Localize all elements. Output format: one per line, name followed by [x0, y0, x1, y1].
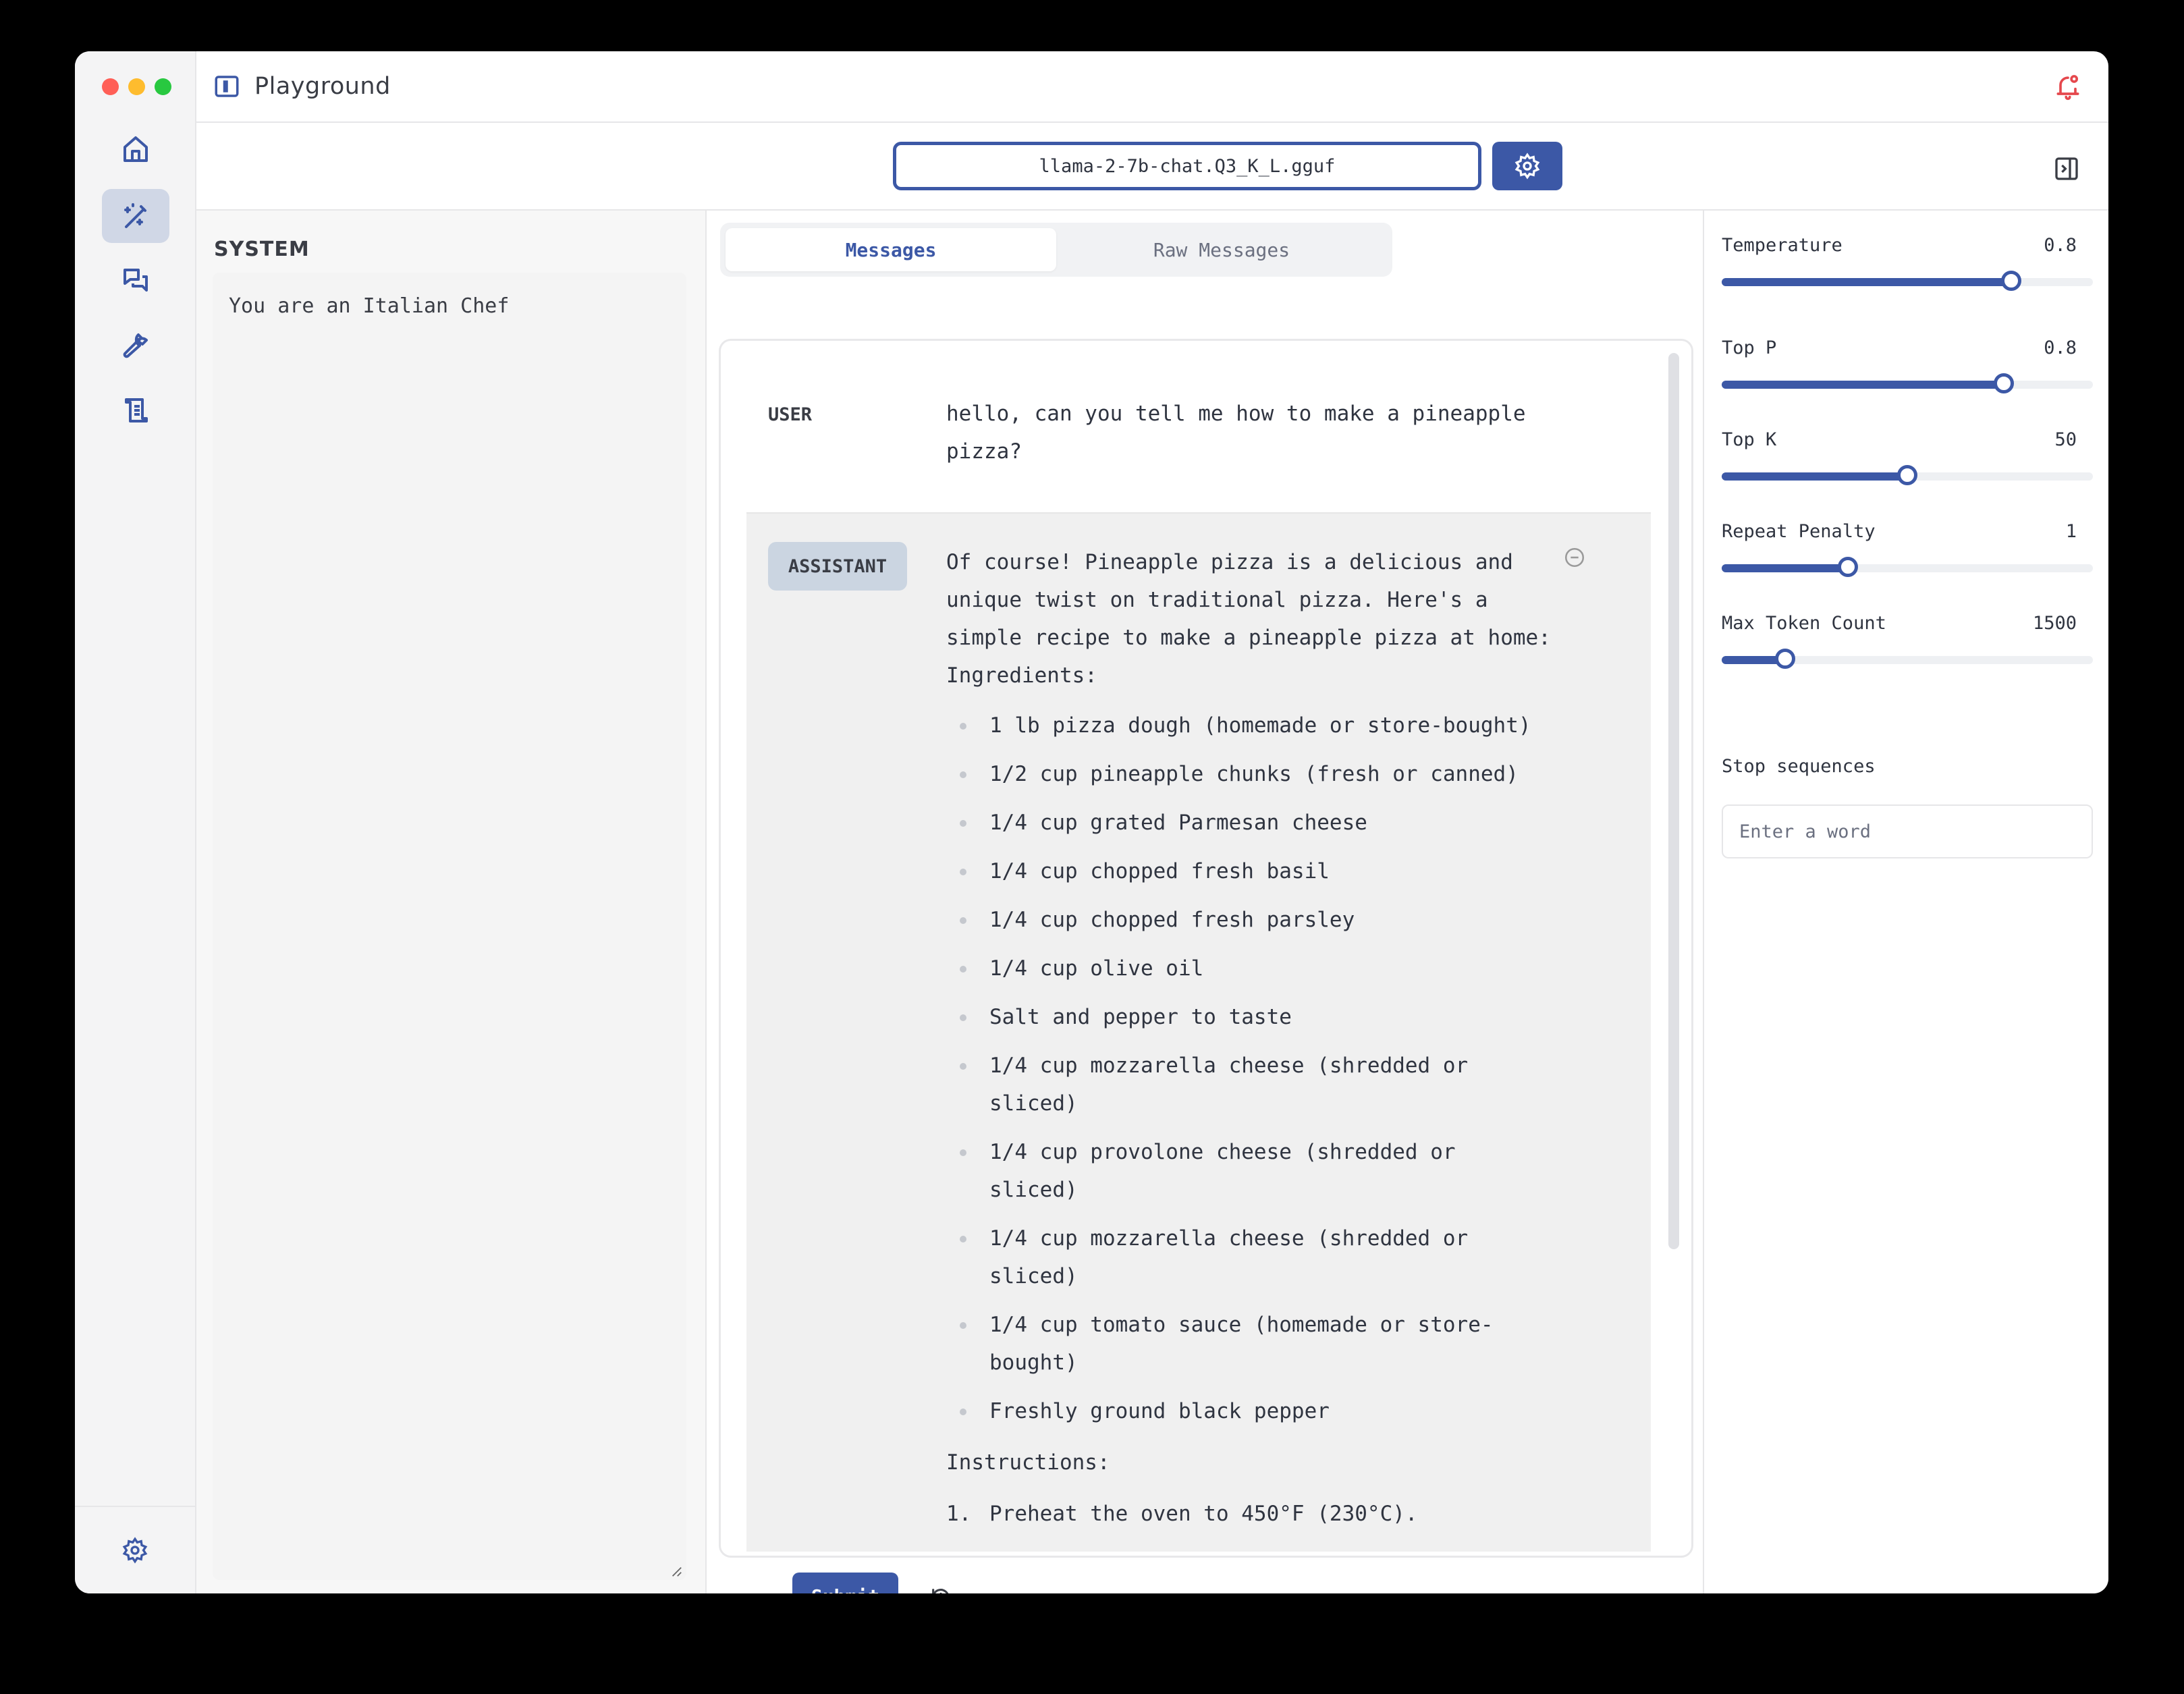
slider-thumb[interactable]	[1838, 557, 1858, 577]
role-label-assistant: ASSISTANT	[788, 555, 888, 577]
param-slider[interactable]	[1722, 465, 2093, 485]
ingredient-item: 1/4 cup chopped fresh basil	[946, 852, 1554, 890]
slider-thumb[interactable]	[1994, 373, 2014, 393]
ingredients-heading: Ingredients:	[946, 663, 1097, 688]
message-text[interactable]: Of course! Pineapple pizza is a deliciou…	[946, 543, 1554, 1533]
instructions-list: 1. Preheat the oven to 450°F (230°C).	[946, 1495, 1554, 1533]
settings-gear-icon	[122, 1537, 148, 1564]
ingredient-item: 1/4 cup olive oil	[946, 950, 1554, 987]
slider-fill	[1722, 564, 1848, 572]
chat-bubbles-icon	[124, 269, 148, 292]
ingredient-item: 1/4 cup chopped fresh parsley	[946, 901, 1554, 939]
nav-item-tools[interactable]	[102, 319, 169, 373]
parameters-panel: Temperature 0.8 Top P 0.8 Top K 50 Repeat Pena…	[1704, 211, 2108, 1593]
ingredient-item: Freshly ground black pepper	[946, 1392, 1554, 1430]
param-value: 0.8	[2044, 337, 2077, 358]
nav-item-chat[interactable]	[102, 254, 169, 308]
param-slider[interactable]	[1722, 271, 2093, 291]
page-title: Playground	[254, 73, 391, 100]
nav-sidebar	[75, 51, 196, 1593]
message-view-tabs: Messages Raw Messages	[720, 223, 1392, 277]
model-settings-button[interactable]	[1492, 142, 1562, 190]
collapse-right-panel-icon[interactable]	[2053, 155, 2080, 182]
message-user: USER hello, can you tell me how to make …	[746, 368, 1651, 512]
role-toggle-assistant[interactable]: ASSISTANT	[768, 542, 907, 591]
slider-fill	[1722, 381, 2004, 389]
submit-button[interactable]: Submit	[792, 1573, 898, 1593]
magic-wand-icon	[124, 203, 146, 228]
window-controls	[102, 78, 171, 95]
param-label: Max Token Count	[1722, 613, 1886, 634]
system-prompt-input[interactable]: You are an Italian Chef	[213, 273, 686, 1580]
param-value: 50	[2054, 429, 2077, 450]
gear-icon	[1514, 153, 1540, 180]
system-label: SYSTEM	[214, 238, 310, 261]
nav-item-home[interactable]	[102, 123, 169, 177]
slider-thumb[interactable]	[1897, 465, 1917, 485]
ingredient-item: 1/4 cup grated Parmesan cheese	[946, 804, 1554, 842]
close-window-button[interactable]	[102, 78, 119, 95]
role-label-user[interactable]: USER	[768, 404, 812, 425]
nav-settings[interactable]	[75, 1506, 195, 1593]
ingredient-item: 1/4 cup tomato sauce (homemade or store-…	[946, 1306, 1554, 1382]
instruction-step: 1. Preheat the oven to 450°F (230°C).	[946, 1495, 1554, 1533]
slider-fill	[1722, 472, 1907, 481]
stop-sequences-label: Stop sequences	[1722, 756, 1876, 777]
slider-fill	[1722, 278, 2011, 286]
model-bar: llama-2-7b-chat.Q3_K_L.gguf	[196, 123, 2108, 211]
title-bar: Playground	[196, 51, 2108, 123]
nav-item-logs[interactable]	[102, 383, 169, 437]
param-slider[interactable]	[1722, 373, 2093, 393]
maximize-window-button[interactable]	[155, 78, 171, 95]
param-slider[interactable]	[1722, 649, 2093, 669]
param-label: Top K	[1722, 429, 1777, 450]
param-label: Repeat Penalty	[1722, 521, 1876, 542]
tab-raw-messages[interactable]: Raw Messages	[1056, 228, 1387, 271]
ingredient-item: 1/4 cup provolone cheese (shredded or sl…	[946, 1133, 1554, 1209]
system-panel: SYSTEM You are an Italian Chef	[196, 211, 707, 1593]
param-value: 1	[2065, 521, 2077, 542]
ingredient-item: 1 lb pizza dough (homemade or store-boug…	[946, 707, 1554, 744]
remove-message-icon[interactable]	[1563, 546, 1586, 569]
chat-thread: USER hello, can you tell me how to make …	[719, 339, 1693, 1558]
ingredient-item: 1/4 cup mozzarella cheese (shredded or s…	[946, 1047, 1554, 1122]
ingredient-item: Salt and pepper to taste	[946, 998, 1554, 1036]
param-label: Top P	[1722, 337, 1777, 358]
messages-panel: Messages Raw Messages USER hello, can yo…	[707, 211, 1704, 1593]
param-value: 0.8	[2044, 235, 2077, 256]
step-number: 1.	[946, 1502, 972, 1526]
param-value: 1500	[2032, 613, 2077, 634]
tab-messages[interactable]: Messages	[726, 228, 1056, 271]
nav-item-playground[interactable]	[102, 189, 169, 243]
scroll-icon	[125, 398, 148, 422]
home-icon	[124, 136, 148, 162]
chat-scrollbar[interactable]	[1668, 353, 1679, 1249]
bell-icon[interactable]	[2053, 72, 2083, 101]
stop-sequences-input[interactable]	[1722, 804, 2093, 858]
minimize-window-button[interactable]	[128, 78, 145, 95]
param-label: Temperature	[1722, 235, 1842, 256]
ingredient-item: 1/4 cup mozzarella cheese (shredded or s…	[946, 1220, 1554, 1295]
ingredient-item: 1/2 cup pineapple chunks (fresh or canne…	[946, 755, 1554, 793]
assistant-intro: Of course! Pineapple pizza is a deliciou…	[946, 550, 1551, 650]
message-assistant: ASSISTANT Of course! Pineapple pizza is …	[746, 512, 1651, 1552]
slider-thumb[interactable]	[1774, 649, 1795, 669]
resize-handle-icon[interactable]	[670, 1565, 682, 1577]
step-text: Preheat the oven to 450°F (230°C).	[989, 1502, 1418, 1526]
model-selector[interactable]: llama-2-7b-chat.Q3_K_L.gguf	[893, 142, 1481, 190]
wrench-icon	[123, 333, 148, 358]
slider-thumb[interactable]	[2001, 271, 2021, 291]
instructions-heading: Instructions:	[946, 1450, 1110, 1475]
app-window: Playground llama-2-7b-chat.Q3_K_L.gguf S…	[75, 51, 2108, 1593]
history-icon[interactable]	[929, 1586, 952, 1593]
sidebar-toggle-icon[interactable]	[213, 72, 241, 101]
param-slider[interactable]	[1722, 557, 2093, 577]
message-text[interactable]: hello, can you tell me how to make a pin…	[946, 395, 1527, 470]
ingredients-list: 1 lb pizza dough (homemade or store-boug…	[946, 707, 1554, 1430]
